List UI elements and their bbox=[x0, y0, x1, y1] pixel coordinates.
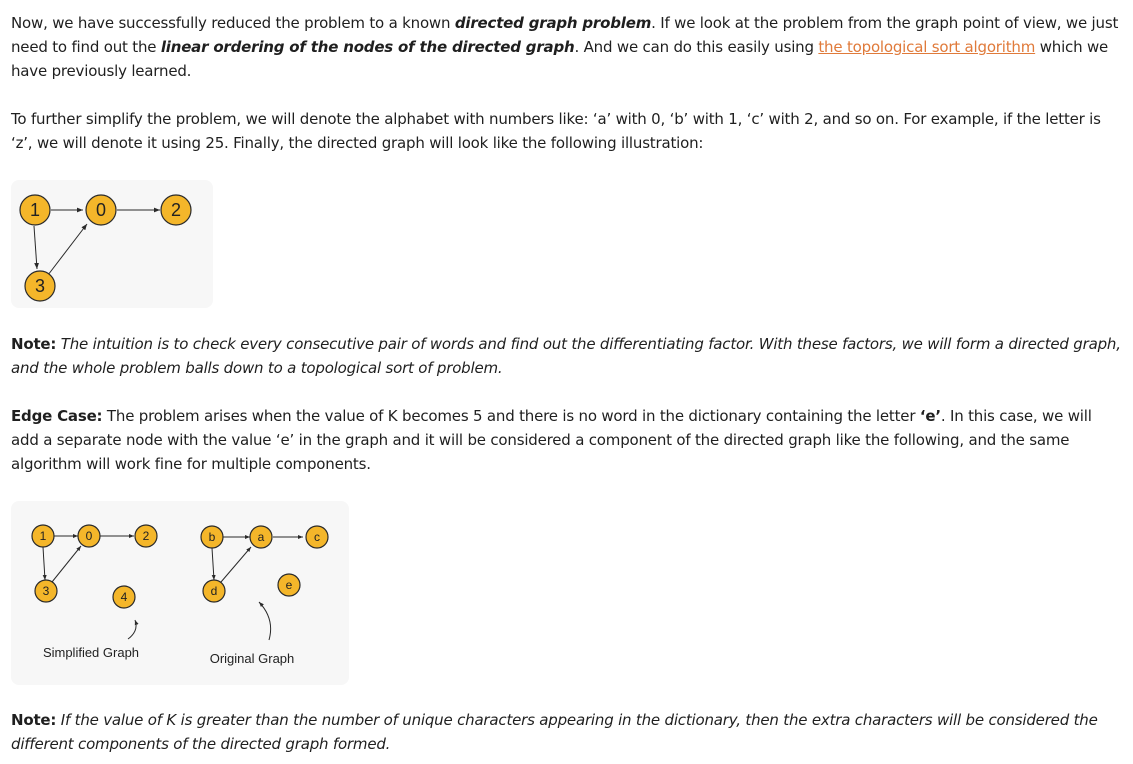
multi-component-graph-svg: 1 0 2 3 4 b a c d e Simplified Graph Ori… bbox=[31, 524, 329, 666]
graph-node: c bbox=[305, 525, 329, 549]
edge-1-3 bbox=[42, 546, 47, 581]
edge-case-label: Edge Case: bbox=[11, 407, 103, 425]
edge-d-a bbox=[220, 546, 252, 583]
svg-text:3: 3 bbox=[43, 584, 50, 598]
pointer-to-node-e bbox=[258, 601, 272, 641]
edge-3-0 bbox=[51, 545, 82, 583]
graph-node: e bbox=[277, 573, 301, 597]
svg-text:2: 2 bbox=[171, 200, 181, 220]
pointer-to-node-4 bbox=[127, 619, 139, 640]
note-intuition: Note: The intuition is to check every co… bbox=[11, 332, 1123, 380]
note-text: If the value of K is greater than the nu… bbox=[11, 711, 1098, 753]
edge-b-d bbox=[211, 547, 216, 581]
edge-1-3 bbox=[33, 225, 39, 270]
intro-bold-2: linear ordering of the nodes of the dire… bbox=[160, 38, 575, 56]
graph-node: b bbox=[200, 525, 224, 549]
graph-node: 0 bbox=[85, 194, 117, 226]
svg-text:e: e bbox=[286, 578, 293, 592]
note-label: Note: bbox=[11, 711, 57, 729]
figure-directed-graph: 1 0 2 3 bbox=[11, 180, 213, 308]
original-graph-caption: Original Graph bbox=[210, 651, 295, 666]
graph-node: 1 bbox=[31, 524, 55, 548]
svg-text:c: c bbox=[314, 530, 320, 544]
graph-node: a bbox=[249, 525, 273, 549]
note-text: The intuition is to check every consecut… bbox=[11, 335, 1121, 377]
edge-case-paragraph: Edge Case: The problem arises when the v… bbox=[11, 404, 1123, 476]
article-page: Now, we have successfully reduced the pr… bbox=[0, 0, 1133, 764]
svg-text:2: 2 bbox=[143, 529, 150, 543]
edge-case-text-1: The problem arises when the value of K b… bbox=[102, 407, 920, 425]
graph-node: 3 bbox=[24, 270, 56, 302]
figure-multiple-components: 1 0 2 3 4 b a c d e Simplified Graph Ori… bbox=[11, 501, 349, 685]
svg-text:4: 4 bbox=[121, 590, 128, 604]
graph-node: 1 bbox=[19, 194, 51, 226]
note-label: Note: bbox=[11, 335, 57, 353]
paragraph-intro: Now, we have successfully reduced the pr… bbox=[11, 11, 1123, 83]
svg-text:1: 1 bbox=[40, 529, 47, 543]
svg-text:0: 0 bbox=[86, 529, 93, 543]
svg-text:a: a bbox=[258, 530, 265, 544]
directed-graph-svg: 1 0 2 3 bbox=[19, 194, 192, 302]
topological-sort-link[interactable]: the topological sort algorithm bbox=[818, 38, 1035, 56]
paragraph-simplify: To further simplify the problem, we will… bbox=[11, 110, 1101, 152]
svg-text:0: 0 bbox=[96, 200, 106, 220]
svg-text:d: d bbox=[211, 584, 218, 598]
intro-text-3: . And we can do this easily using bbox=[574, 38, 819, 56]
edge-case-letter: ‘e’ bbox=[919, 407, 941, 425]
graph-node: 2 bbox=[160, 194, 192, 226]
intro-text-1: Now, we have successfully reduced the pr… bbox=[11, 14, 455, 32]
graph-node: 4 bbox=[112, 585, 136, 609]
edge-3-0 bbox=[47, 223, 88, 276]
graph-node: d bbox=[202, 579, 226, 603]
simplified-graph-caption: Simplified Graph bbox=[43, 645, 139, 660]
svg-text:3: 3 bbox=[35, 276, 45, 296]
svg-text:b: b bbox=[209, 530, 216, 544]
intro-bold-1: directed graph problem bbox=[454, 14, 652, 32]
graph-node: 3 bbox=[34, 579, 58, 603]
svg-text:1: 1 bbox=[30, 200, 40, 220]
note-extra-characters: Note: If the value of K is greater than … bbox=[11, 708, 1123, 756]
graph-node: 2 bbox=[134, 524, 158, 548]
graph-node: 0 bbox=[77, 524, 101, 548]
